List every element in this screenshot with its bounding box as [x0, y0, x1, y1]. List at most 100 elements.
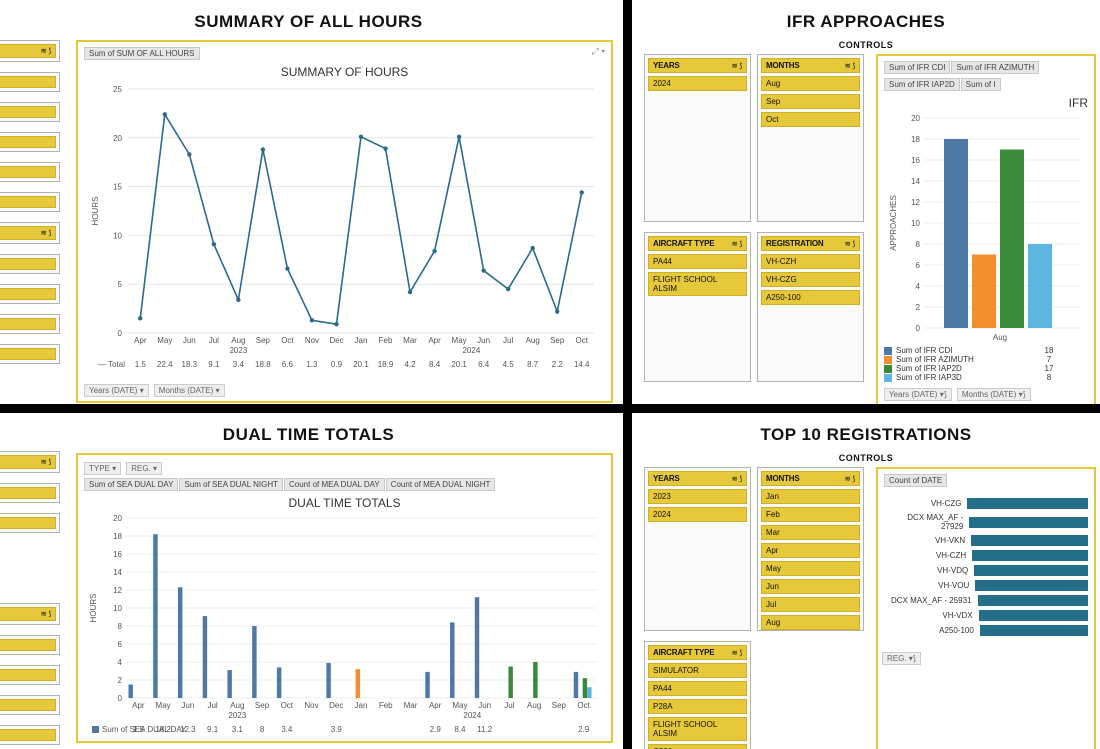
slicer-stub[interactable] — [0, 314, 60, 334]
slicer-stub[interactable]: ≋⟆ — [0, 603, 60, 625]
slicer-item[interactable]: PA44 — [648, 681, 747, 696]
slicer-item[interactable]: Aug — [761, 76, 860, 91]
slicer-item[interactable]: Oct — [761, 112, 860, 127]
slicer-stub[interactable] — [0, 102, 60, 122]
multiselect-icon[interactable]: ≋ — [732, 475, 738, 483]
field-chip[interactable]: Sum of SUM OF ALL HOURS — [84, 47, 200, 60]
slicer-item[interactable]: Jul — [761, 597, 860, 612]
slicer-item[interactable]: Jun — [761, 579, 860, 594]
svg-text:8.7: 8.7 — [527, 360, 539, 369]
svg-text:20: 20 — [911, 114, 920, 123]
slicer-stub[interactable] — [0, 513, 60, 533]
multiselect-icon[interactable]: ≋ — [41, 458, 47, 466]
slicer-item[interactable]: 2024 — [648, 76, 747, 91]
svg-text:Sep: Sep — [256, 336, 271, 345]
years-dropdown[interactable]: Years (DATE) ▾⟆ — [884, 388, 952, 401]
slicer-item[interactable]: VH-CZG — [761, 272, 860, 287]
slicer-item[interactable]: A250-100 — [761, 290, 860, 305]
multiselect-icon[interactable]: ≋ — [845, 240, 851, 248]
clear-filter-icon[interactable]: ⟆ — [48, 610, 51, 618]
svg-text:Oct: Oct — [281, 336, 294, 345]
clear-filter-icon[interactable]: ⟆ — [739, 475, 742, 483]
slicer-stub[interactable] — [0, 72, 60, 92]
clear-filter-icon[interactable]: ⟆ — [852, 62, 855, 70]
svg-text:5: 5 — [118, 280, 123, 289]
clear-filter-icon[interactable]: ⟆ — [739, 649, 742, 657]
field-chip[interactable]: Count of DATE — [884, 474, 947, 487]
slicer-stub[interactable] — [0, 132, 60, 152]
slicer-stub[interactable]: ≋⟆ — [0, 451, 60, 473]
multiselect-icon[interactable]: ≋ — [732, 62, 738, 70]
slicer-stub[interactable] — [0, 192, 60, 212]
type-dropdown[interactable]: TYPE ▾ — [84, 462, 121, 475]
slicer-item[interactable]: FLIGHT SCHOOL ALSIM — [648, 717, 747, 741]
slicer-stub[interactable] — [0, 665, 60, 685]
slicer-item[interactable]: Sep — [761, 94, 860, 109]
slicer-stub[interactable] — [0, 162, 60, 182]
slicer-item[interactable]: FLIGHT SCHOOL ALSIM — [648, 272, 747, 296]
slicer-stub[interactable] — [0, 254, 60, 274]
panel-title-ifr: IFR APPROACHES — [638, 12, 1094, 32]
field-chip[interactable]: Count of MEA DUAL NIGHT — [386, 478, 496, 491]
controls-label: CONTROLS — [638, 40, 1094, 50]
field-chip[interactable]: Sum of SEA DUAL NIGHT — [179, 478, 283, 491]
slicer-stub[interactable] — [0, 284, 60, 304]
months-dropdown[interactable]: Months (DATE) ▾ — [154, 384, 225, 397]
slicer-item[interactable]: PA44 — [648, 254, 747, 269]
reg-bar-row: VH-VDQ — [884, 565, 1088, 576]
slicer-item[interactable]: 2023 — [648, 489, 747, 504]
slicer-stub[interactable] — [0, 725, 60, 745]
multiselect-icon[interactable]: ≋ — [732, 649, 738, 657]
reg-dropdown[interactable]: REG. ▾⟆ — [882, 652, 921, 665]
years-dropdown[interactable]: Years (DATE) ▾ — [84, 384, 149, 397]
slicer-header: YEARS — [653, 61, 680, 70]
clear-filter-icon[interactable]: ⟆ — [48, 458, 51, 466]
slicer-item[interactable]: P28A — [648, 699, 747, 714]
field-chip[interactable]: Sum of IFR CDI — [884, 61, 950, 74]
multiselect-icon[interactable]: ≋ — [41, 229, 47, 237]
reg-dropdown[interactable]: REG. ▾ — [126, 462, 162, 475]
field-chip[interactable]: Count of MEA DUAL DAY — [284, 478, 385, 491]
slicer-item[interactable]: May — [761, 561, 860, 576]
slicer-stub[interactable] — [0, 695, 60, 715]
expand-icon[interactable]: ⤢ ▾ — [592, 46, 605, 57]
clear-filter-icon[interactable]: ⟆ — [48, 229, 51, 237]
multiselect-icon[interactable]: ≋ — [732, 240, 738, 248]
slicer-stub[interactable]: ≋⟆ — [0, 222, 60, 244]
slicer-aircraft-type: AIRCRAFT TYPE≋⟆ PA44FLIGHT SCHOOL ALSIM — [644, 232, 751, 382]
multiselect-icon[interactable]: ≋ — [845, 475, 851, 483]
slicer-stub[interactable]: ≋⟆ — [0, 40, 60, 62]
clear-filter-icon[interactable]: ⟆ — [739, 240, 742, 248]
summary-chart-box: Sum of SUM OF ALL HOURS ⤢ ▾ SUMMARY OF H… — [76, 40, 613, 403]
slicer-stub[interactable] — [0, 483, 60, 503]
slicer-item[interactable]: Jan — [761, 489, 860, 504]
svg-text:Nov: Nov — [304, 701, 318, 710]
clear-filter-icon[interactable]: ⟆ — [852, 240, 855, 248]
slicer-item[interactable]: Mar — [761, 525, 860, 540]
slicer-stub[interactable] — [0, 344, 60, 364]
months-dropdown[interactable]: Months (DATE) ▾⟆ — [957, 388, 1031, 401]
legend-row: Sum of IFR IAP2D17 — [884, 364, 1088, 373]
svg-text:Aug: Aug — [527, 701, 541, 710]
field-chip[interactable]: Sum of SEA DUAL DAY — [84, 478, 178, 491]
svg-text:Jun: Jun — [477, 336, 490, 345]
slicer-item[interactable]: 2024 — [648, 507, 747, 522]
clear-filter-icon[interactable]: ⟆ — [852, 475, 855, 483]
slicer-item[interactable]: SIMULATOR — [648, 663, 747, 678]
slicer-item[interactable]: VH-CZH — [761, 254, 860, 269]
field-chip[interactable]: Sum of I — [961, 78, 1001, 91]
slicer-item[interactable]: Aug — [761, 615, 860, 630]
clear-filter-icon[interactable]: ⟆ — [739, 62, 742, 70]
svg-text:Apr: Apr — [429, 701, 442, 710]
chart-title: SUMMARY OF HOURS — [84, 65, 605, 79]
slicer-item[interactable]: Apr — [761, 543, 860, 558]
multiselect-icon[interactable]: ≋ — [845, 62, 851, 70]
slicer-stub[interactable] — [0, 635, 60, 655]
slicer-item[interactable]: Feb — [761, 507, 860, 522]
multiselect-icon[interactable]: ≋ — [41, 610, 47, 618]
field-chip[interactable]: Sum of IFR IAP2D — [884, 78, 960, 91]
field-chip[interactable]: Sum of IFR AZIMUTH — [951, 61, 1039, 74]
slicer-item[interactable]: C206 — [648, 744, 747, 749]
multiselect-icon[interactable]: ≋ — [41, 47, 47, 55]
clear-filter-icon[interactable]: ⟆ — [48, 47, 51, 55]
